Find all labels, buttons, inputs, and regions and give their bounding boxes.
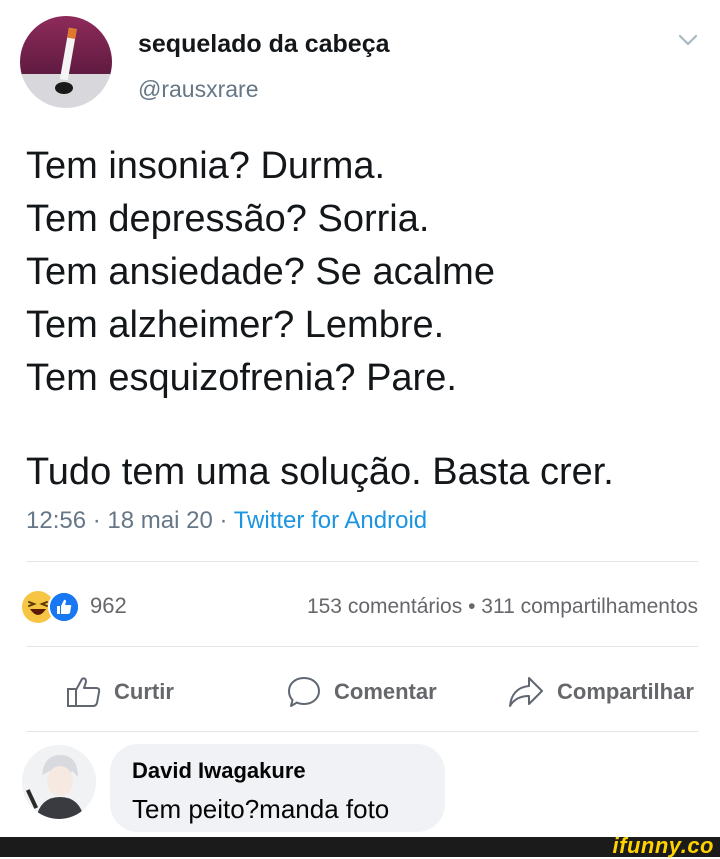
tweet-conclusion: Tudo tem uma solução. Basta crer. — [26, 451, 614, 493]
tweet-source-link[interactable]: Twitter for Android — [234, 507, 427, 534]
share-button[interactable]: Compartilhar — [507, 672, 694, 712]
tweet-display-name[interactable]: sequelado da cabeça — [138, 30, 390, 59]
comment-button[interactable]: Comentar — [286, 672, 437, 712]
comments-count[interactable]: 153 comentários — [307, 595, 462, 618]
commenter-avatar[interactable] — [22, 745, 96, 819]
like-button[interactable]: Curtir — [66, 672, 174, 712]
tweet-line: Tem esquizofrenia? Pare. — [26, 357, 457, 399]
tweet-line: Tem alzheimer? Lembre. — [26, 304, 445, 346]
separator: · — [92, 507, 101, 534]
comment-text: Tem peito?manda foto — [132, 794, 390, 824]
reaction-count[interactable]: 962 — [90, 593, 127, 619]
separator: · — [219, 507, 228, 534]
share-label: Compartilhar — [557, 679, 694, 704]
tweet-line: Tem insonia? Durma. — [26, 145, 386, 187]
chevron-down-icon[interactable] — [675, 30, 701, 50]
thumbs-up-icon — [67, 677, 101, 707]
tweet-time: 12:56 — [26, 507, 87, 534]
divider — [26, 561, 698, 562]
tweet-text: Tem insonia? Durma. Tem depressão? Sorri… — [26, 140, 495, 405]
tweet-meta: 12:56 · 18 mai 20 · Twitter for Android — [26, 507, 427, 535]
share-icon — [509, 677, 543, 707]
divider — [26, 731, 698, 732]
post-stats: 153 comentários • 311 compartilhamentos — [307, 595, 698, 619]
like-icon[interactable] — [48, 591, 80, 623]
tweet-line: Tem ansiedade? Se acalme — [26, 251, 495, 293]
watermark: ifunny.co — [612, 833, 714, 858]
tweet-date: 18 mai 20 — [107, 507, 213, 534]
like-label: Curtir — [114, 679, 174, 704]
tweet-handle[interactable]: @rausxrare — [138, 76, 259, 103]
comment-author[interactable]: David Iwagakure — [132, 758, 306, 784]
divider — [26, 646, 698, 647]
tweet-avatar[interactable] — [20, 16, 112, 108]
tweet-line: Tem depressão? Sorria. — [26, 198, 430, 240]
comment-icon — [288, 677, 320, 707]
shares-count[interactable]: 311 compartilhamentos — [481, 595, 698, 618]
comment-label: Comentar — [334, 679, 437, 704]
bullet: • — [468, 595, 476, 618]
